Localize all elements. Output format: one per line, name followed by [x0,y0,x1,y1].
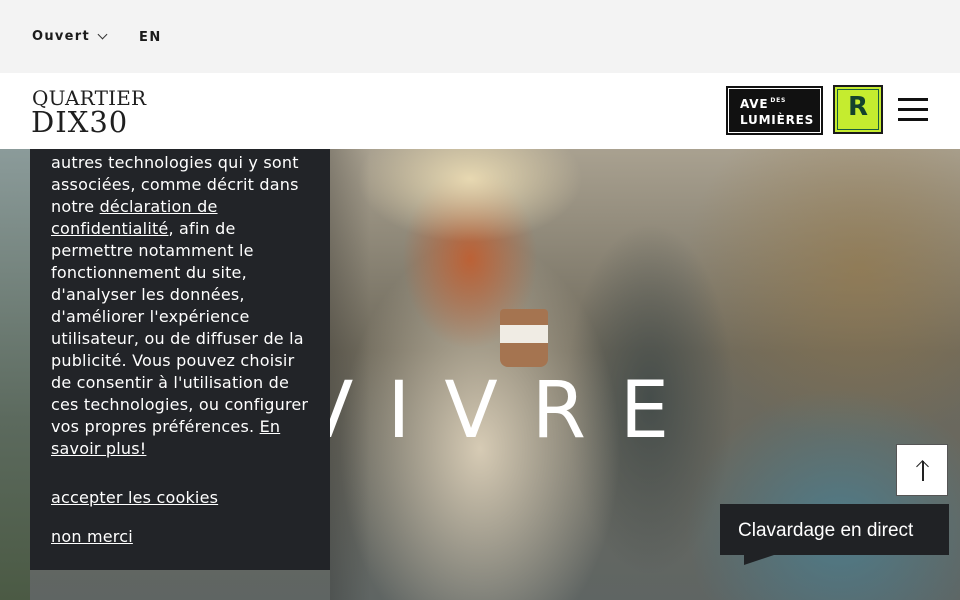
live-chat-button[interactable]: Clavardage en direct [720,504,949,565]
coffee-cup-graphic [500,309,548,367]
site-header: QUARTIER DIX30 AVE DES LUMIÈRES R [0,73,960,149]
avenue-des-lumieres-badge[interactable]: AVE DES LUMIÈRES [726,86,823,135]
language-switch[interactable]: EN [139,30,162,45]
cookie-text: autres technologies qui y sont associées… [51,153,309,458]
hamburger-menu-icon[interactable] [898,98,928,122]
logo-line-2: DIX30 [31,105,129,139]
live-chat-label: Clavardage en direct [738,520,914,541]
quartier-dix30-logo[interactable]: QUARTIER DIX30 [31,88,154,139]
hero-word: VIVRE [300,366,704,456]
top-bar: Ouvert EN [0,0,960,73]
r-badge[interactable]: R [833,85,883,134]
cookie-consent-banner: autres technologies qui y sont associées… [30,149,330,570]
hours-status-dropdown[interactable]: Ouvert [32,29,90,44]
decline-cookies-button[interactable]: non merci [51,527,133,546]
r-badge-letter: R [847,92,869,122]
ave-label: AVE DES [740,97,787,111]
accept-cookies-button[interactable]: accepter les cookies [51,488,218,507]
chevron-down-icon[interactable] [97,29,108,40]
lumieres-label: LUMIÈRES [740,113,815,127]
scroll-to-top-button[interactable] [896,444,948,496]
